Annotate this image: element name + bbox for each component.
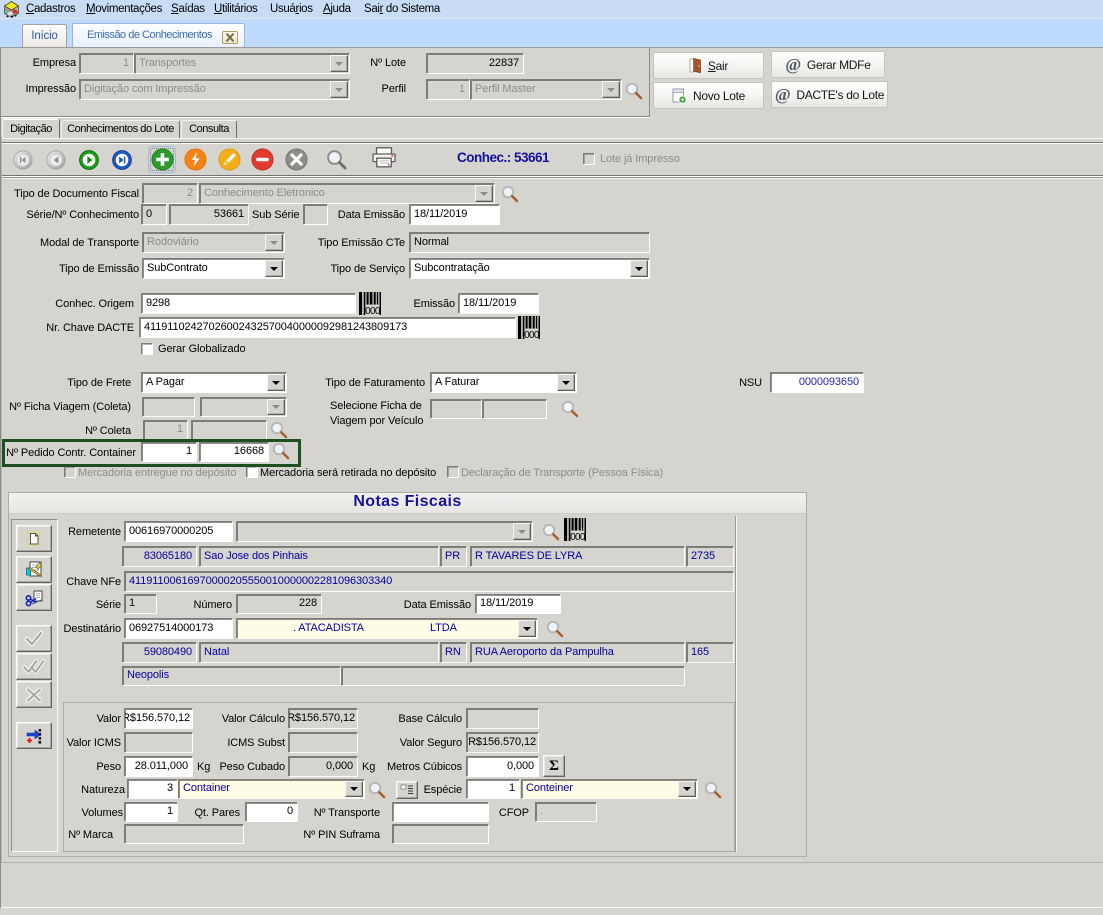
svg-text:000: 000 <box>570 532 586 541</box>
svg-text:000: 000 <box>524 330 540 339</box>
svg-text:000: 000 <box>365 306 381 315</box>
